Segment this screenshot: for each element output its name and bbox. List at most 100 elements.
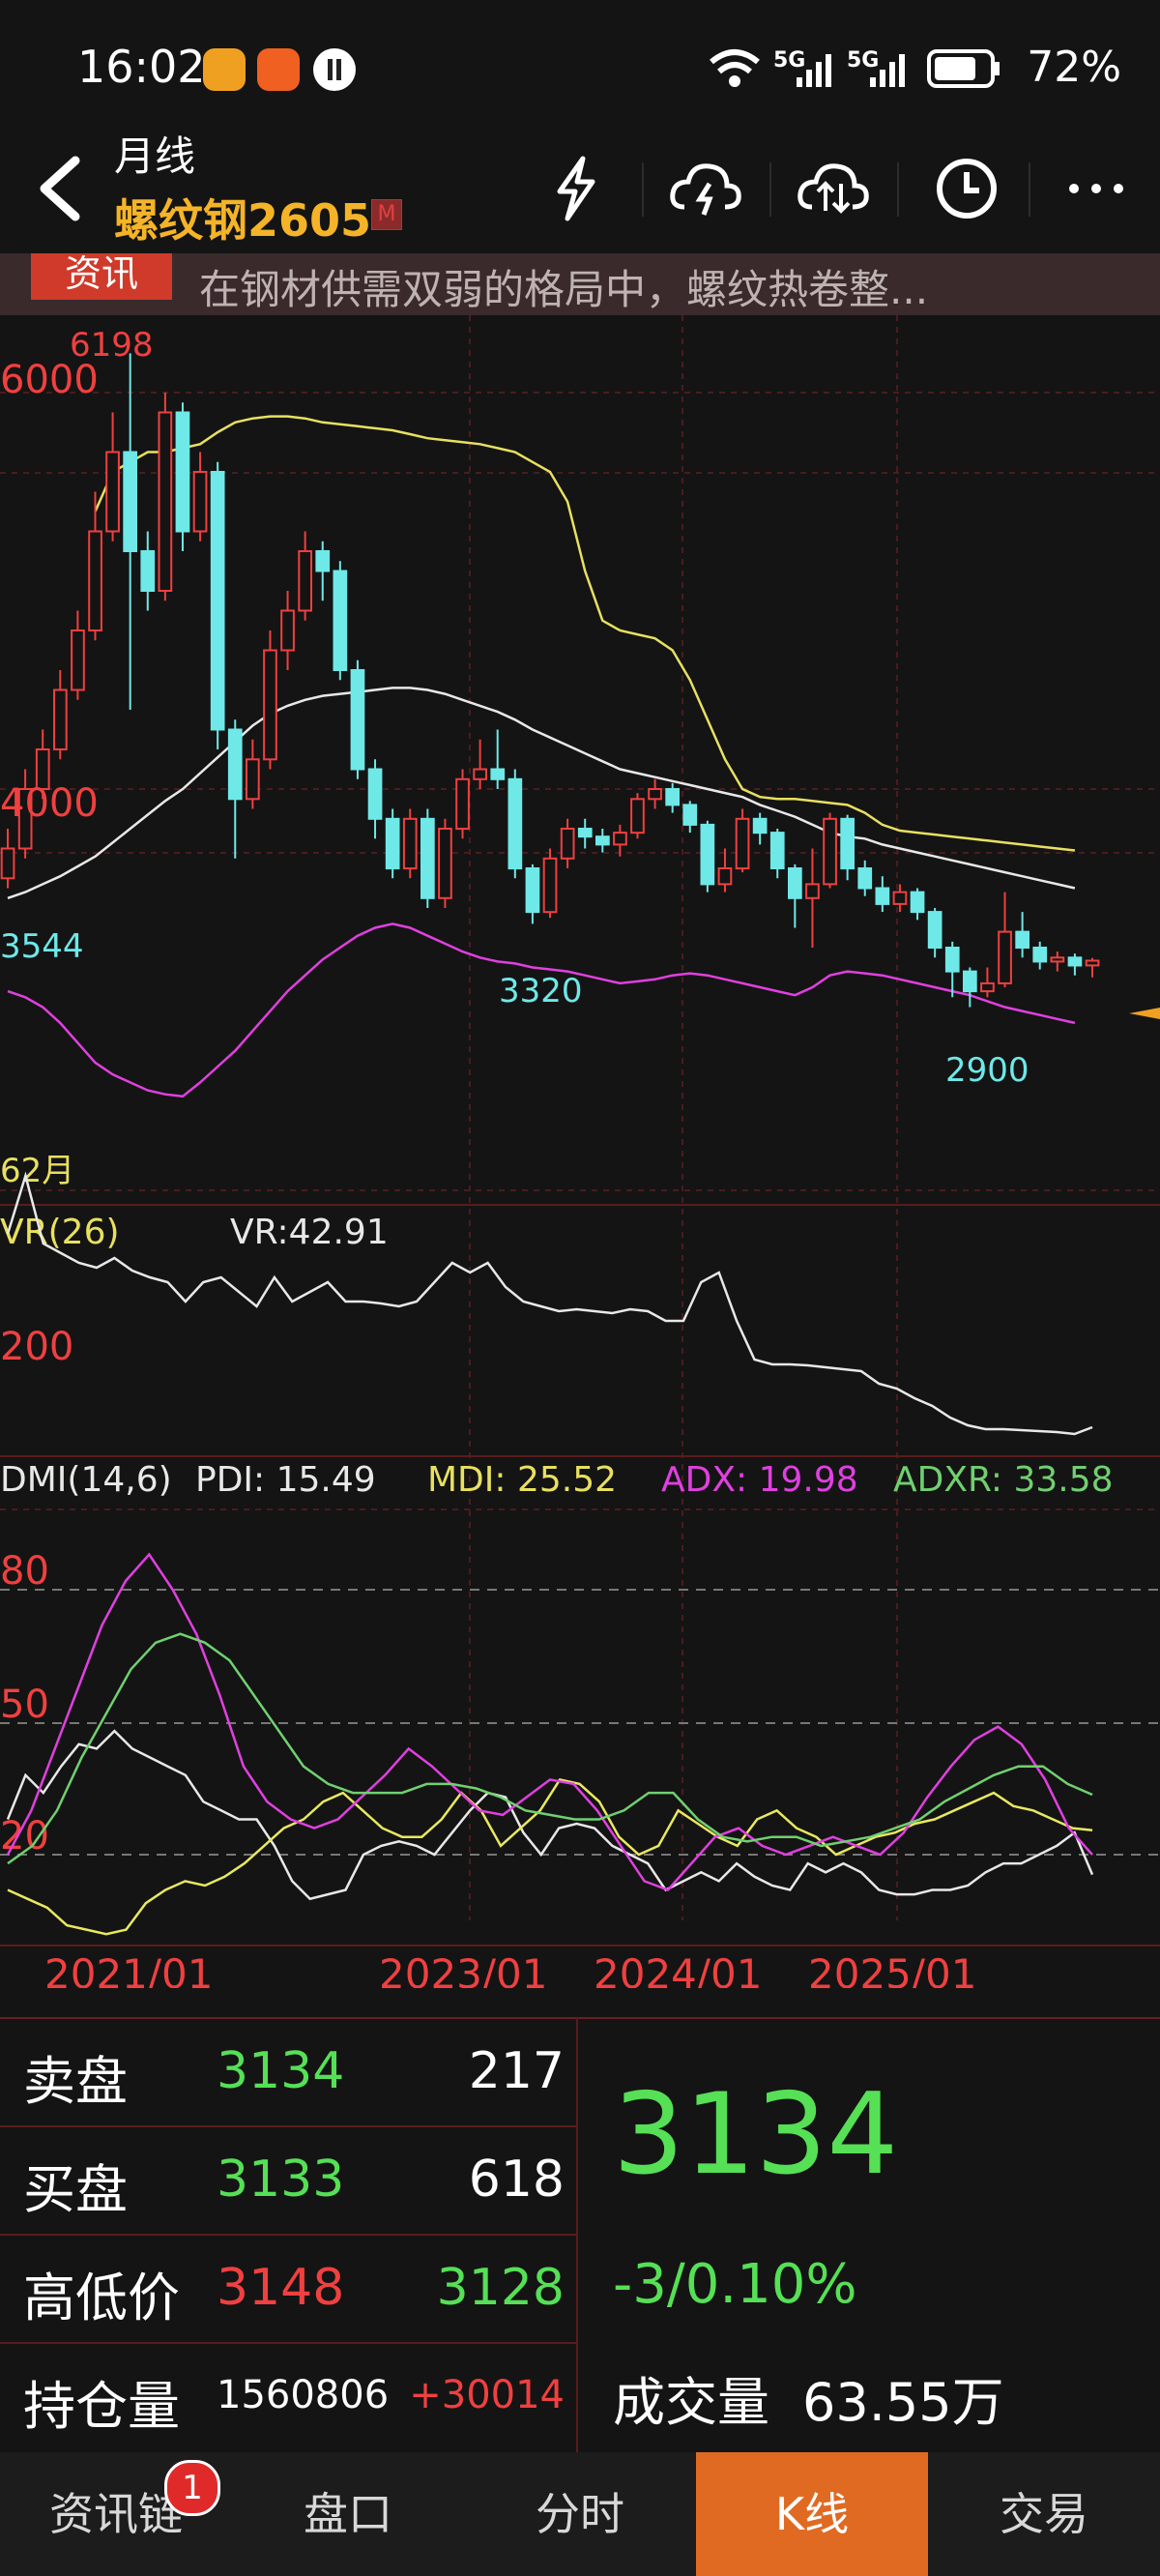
axis-label-upper: 6000	[0, 358, 99, 402]
dmi-mdi-value: MDI: 25.52	[427, 1460, 617, 1500]
low-price: 3128	[436, 2259, 565, 2317]
candle-body	[613, 832, 627, 846]
candle-body	[717, 867, 733, 886]
cloud-alert-button[interactable]	[657, 145, 754, 232]
open-interest-row: 持仓量 1560806 +30014	[0, 2344, 576, 2450]
dmi-level-80: 80	[0, 1549, 49, 1594]
candle-body	[367, 768, 383, 820]
tab-trade-label: 交易	[1000, 2488, 1088, 2540]
dmi-title: DMI(14,6)	[0, 1460, 172, 1500]
candlestick-series	[0, 353, 1100, 1008]
chart-period[interactable]: 月线	[114, 124, 195, 183]
open-interest-label: 持仓量	[23, 2376, 180, 2437]
kline-chart-area[interactable]: 6198 6000 4000 3544 3320 2900 62月 VR(26)…	[0, 315, 1160, 1988]
current-price-marker	[1129, 1008, 1160, 1019]
candle-body	[595, 835, 610, 846]
dmi-adxr-value: ADXR: 33.58	[893, 1460, 1114, 1500]
candle-body	[438, 828, 452, 899]
candle-body	[315, 550, 331, 572]
candle-body	[805, 883, 820, 899]
vr-series	[6, 1171, 1093, 1436]
candle-body	[648, 788, 662, 801]
contract-name[interactable]: 螺纹钢2605	[114, 186, 371, 249]
tab-trade[interactable]: 交易	[928, 2452, 1160, 2576]
history-button[interactable]	[918, 145, 1015, 232]
ask-price: 3134	[217, 2042, 345, 2100]
candle-body	[998, 930, 1012, 984]
open-interest-change: +30014	[409, 2373, 565, 2417]
candle-body	[910, 891, 925, 914]
candle-body	[788, 867, 802, 899]
candle-body	[298, 550, 312, 612]
battery-level: 72%	[1027, 43, 1121, 92]
candle-body	[0, 847, 15, 880]
nav-divider	[769, 162, 771, 217]
candle-body	[333, 570, 348, 671]
tab-order-book[interactable]: 盘口	[232, 2452, 464, 2576]
news-headline[interactable]: 在钢材供需双弱的格局中，螺纹热卷整...	[199, 257, 928, 315]
candle-body	[263, 649, 277, 761]
candle-body	[944, 947, 960, 973]
tab-intraday[interactable]: 分时	[464, 2452, 696, 2576]
candle-body	[577, 828, 593, 838]
candle-body	[630, 798, 645, 834]
candle-body	[1050, 956, 1065, 963]
main-contract-badge: M	[371, 199, 402, 230]
candle-body	[88, 530, 102, 631]
candle-body	[246, 758, 260, 801]
ma-label: 62月	[0, 1152, 74, 1190]
candle-body	[857, 867, 873, 890]
candle-body	[227, 728, 243, 801]
cloud-lightning-icon	[670, 163, 741, 216]
candle-body	[840, 817, 855, 870]
candle-body	[385, 817, 400, 870]
volume-label: 成交量	[613, 2372, 769, 2433]
signal-bars-2-icon	[870, 54, 905, 87]
bid-price: 3133	[217, 2151, 345, 2209]
bottom-tab-bar: 资讯链 1 盘口 分时 K线 交易	[0, 2452, 1160, 2576]
last-price: 3134	[613, 2069, 899, 2200]
ask-label: 卖盘	[23, 2051, 128, 2112]
tab-kline[interactable]: K线	[696, 2452, 928, 2576]
candle-body	[752, 817, 768, 834]
candle-body	[105, 451, 120, 533]
mdi-line	[7, 1777, 1093, 1936]
tab-order-book-label: 盘口	[304, 2488, 392, 2540]
status-time: 16:02	[77, 41, 206, 93]
candle-body	[875, 887, 890, 905]
vr-title: VR(26)	[0, 1213, 120, 1252]
volume-value: 63.55万	[802, 2372, 1004, 2433]
open-interest-value: 1560806	[217, 2373, 390, 2417]
x-tick-2023: 2023/01	[379, 1950, 547, 1988]
bid-row[interactable]: 买盘 3133 618	[0, 2127, 576, 2236]
candle-body	[525, 867, 540, 914]
candle-body	[700, 823, 715, 886]
tab-news-chain-label: 资讯链	[49, 2488, 183, 2540]
candle-body	[210, 471, 225, 731]
signal-bars-1-icon	[797, 54, 831, 87]
candle-body	[175, 411, 190, 533]
candle-body	[1015, 930, 1030, 949]
x-tick-2025: 2025/01	[808, 1950, 976, 1988]
candle-body	[560, 828, 575, 860]
chart-grid	[0, 315, 1160, 1947]
high-price: 3148	[217, 2259, 345, 2317]
candle-body	[665, 788, 680, 806]
cloud-sync-button[interactable]	[785, 145, 882, 232]
battery-icon	[927, 49, 1000, 88]
dmi-series	[6, 1552, 1094, 1936]
candle-body	[980, 981, 995, 993]
dmi-level-50: 50	[0, 1683, 49, 1727]
news-ticker[interactable]: 资讯 在钢材供需双弱的格局中，螺纹热卷整...	[0, 253, 1160, 315]
more-button[interactable]	[1048, 145, 1145, 232]
clock-icon	[937, 159, 997, 219]
nav-divider	[897, 162, 899, 217]
candle-body	[963, 970, 977, 993]
news-tag: 资讯	[31, 253, 172, 300]
ask-row[interactable]: 卖盘 3134 217	[0, 2019, 576, 2127]
candle-body	[1067, 956, 1083, 967]
candle-body	[140, 550, 156, 592]
vr-value: VR:42.91	[230, 1213, 389, 1252]
back-icon[interactable]	[19, 145, 97, 232]
flash-order-button[interactable]	[527, 145, 624, 232]
